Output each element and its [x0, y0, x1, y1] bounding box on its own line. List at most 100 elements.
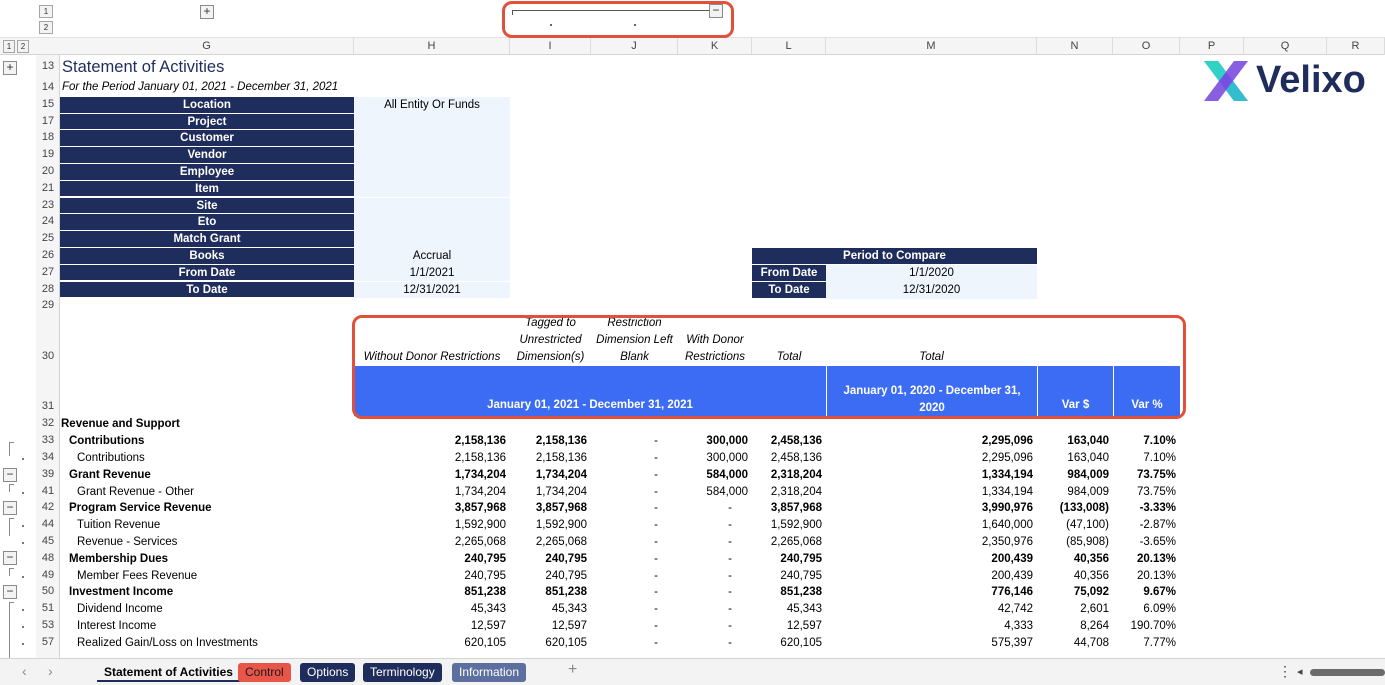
value-cell-h[interactable]: 12,597 — [354, 618, 506, 635]
value-cell-j[interactable]: - — [591, 551, 658, 568]
value-cell-k[interactable]: - — [678, 551, 732, 568]
value-cell-h[interactable] — [354, 416, 506, 433]
value-cell-m[interactable]: 1,640,000 — [826, 517, 1033, 534]
value-cell-i[interactable]: 2,158,136 — [510, 433, 587, 450]
value-cell-h[interactable]: 2,158,136 — [354, 433, 506, 450]
value-cell-m[interactable]: 1,334,194 — [826, 467, 1033, 484]
value-cell-n[interactable]: 163,040 — [1037, 433, 1109, 450]
value-cell-j[interactable]: - — [591, 635, 658, 652]
value-cell-m[interactable]: 4,333 — [826, 618, 1033, 635]
value-cell-l[interactable]: 1,592,900 — [752, 517, 822, 534]
value-cell-l[interactable]: 240,795 — [752, 568, 822, 585]
row-number[interactable]: 24 — [36, 215, 60, 227]
row-number[interactable]: 31 — [36, 400, 60, 412]
more-options-icon[interactable]: ⋮ — [1278, 663, 1292, 680]
value-cell-o[interactable]: 7.10% — [1113, 433, 1176, 450]
value-cell-m[interactable]: 200,439 — [826, 551, 1033, 568]
tab-terminology[interactable]: Terminology — [363, 663, 442, 682]
value-cell-i[interactable]: 12,597 — [510, 618, 587, 635]
value-cell-l[interactable]: 12,597 — [752, 618, 822, 635]
row-number[interactable]: 20 — [36, 165, 60, 177]
row-number[interactable]: 48 — [36, 552, 60, 564]
horizontal-scrollbar-thumb[interactable] — [1310, 669, 1385, 676]
filter-value[interactable]: Accrual — [354, 247, 510, 265]
row-number[interactable]: 18 — [36, 131, 60, 143]
value-cell-i[interactable]: 240,795 — [510, 568, 587, 585]
value-cell-o[interactable]: 73.75% — [1113, 484, 1176, 501]
value-cell-m[interactable]: 1,334,194 — [826, 484, 1033, 501]
tab-options[interactable]: Options — [300, 663, 356, 682]
outline-level-2-button[interactable]: 2 — [39, 21, 53, 34]
row-number[interactable]: 39 — [36, 468, 60, 480]
value-cell-n[interactable]: 8,264 — [1037, 618, 1109, 635]
value-cell-n[interactable]: 44,708 — [1037, 635, 1109, 652]
value-cell-l[interactable]: 2,458,136 — [752, 433, 822, 450]
value-cell-o[interactable] — [1113, 416, 1176, 433]
value-cell-n[interactable]: (85,908) — [1037, 534, 1109, 551]
row-number[interactable]: 28 — [36, 283, 60, 295]
row-number[interactable]: 17 — [36, 115, 60, 127]
column-header-g[interactable]: G — [60, 38, 354, 55]
row-number[interactable]: 30 — [36, 350, 60, 362]
value-cell-m[interactable]: 3,990,976 — [826, 500, 1033, 517]
column-header-k[interactable]: K — [678, 38, 752, 55]
value-cell-k[interactable]: 584,000 — [678, 484, 748, 501]
value-cell-j[interactable] — [591, 416, 658, 433]
value-cell-k[interactable]: - — [678, 584, 732, 601]
column-header-m[interactable]: M — [826, 38, 1037, 55]
filter-value[interactable] — [354, 214, 510, 232]
value-cell-m[interactable]: 776,146 — [826, 584, 1033, 601]
value-cell-k[interactable]: - — [678, 517, 732, 534]
row-number[interactable]: 23 — [36, 199, 60, 211]
collapse-rows-button[interactable]: − — [3, 551, 17, 565]
value-cell-h[interactable]: 1,734,204 — [354, 484, 506, 501]
value-cell-o[interactable]: -3.33% — [1113, 500, 1176, 517]
value-cell-o[interactable]: 7.10% — [1113, 450, 1176, 467]
row-outline-level-2-button[interactable]: 2 — [17, 40, 29, 53]
value-cell-j[interactable]: - — [591, 534, 658, 551]
column-header-q[interactable]: Q — [1244, 38, 1327, 55]
column-header-h[interactable]: H — [354, 38, 510, 55]
row-number[interactable]: 45 — [36, 535, 60, 547]
value-cell-i[interactable] — [510, 416, 587, 433]
value-cell-j[interactable]: - — [591, 500, 658, 517]
value-cell-n[interactable]: 984,009 — [1037, 467, 1109, 484]
filter-value[interactable] — [354, 163, 510, 181]
collapse-rows-button[interactable]: − — [3, 585, 17, 599]
tab-statement-of-activities[interactable]: Statement of Activities — [97, 663, 240, 682]
value-cell-j[interactable]: - — [591, 450, 658, 467]
value-cell-l[interactable]: 851,238 — [752, 584, 822, 601]
filter-value[interactable] — [354, 231, 510, 248]
row-number[interactable]: 42 — [36, 501, 60, 513]
filter-value[interactable]: All Entity Or Funds — [354, 97, 510, 114]
value-cell-n[interactable]: 984,009 — [1037, 484, 1109, 501]
filter-value[interactable]: 12/31/2021 — [354, 281, 510, 299]
scroll-left-icon[interactable]: ◂ — [1297, 665, 1303, 678]
value-cell-l[interactable]: 620,105 — [752, 635, 822, 652]
value-cell-m[interactable]: 2,295,096 — [826, 450, 1033, 467]
column-header-r[interactable]: R — [1327, 38, 1385, 55]
value-cell-o[interactable]: 73.75% — [1113, 467, 1176, 484]
value-cell-i[interactable]: 851,238 — [510, 584, 587, 601]
value-cell-n[interactable]: (133,008) — [1037, 500, 1109, 517]
value-cell-o[interactable]: 20.13% — [1113, 568, 1176, 585]
value-cell-j[interactable]: - — [591, 467, 658, 484]
value-cell-o[interactable]: 6.09% — [1113, 601, 1176, 618]
row-number[interactable]: 27 — [36, 266, 60, 278]
row-number[interactable]: 44 — [36, 518, 60, 530]
value-cell-n[interactable]: 40,356 — [1037, 568, 1109, 585]
value-cell-l[interactable]: 240,795 — [752, 551, 822, 568]
value-cell-n[interactable] — [1037, 416, 1109, 433]
value-cell-l[interactable] — [752, 416, 822, 433]
row-number[interactable]: 34 — [36, 451, 60, 463]
value-cell-h[interactable]: 1,592,900 — [354, 517, 506, 534]
row-number[interactable]: 33 — [36, 434, 60, 446]
row-number[interactable]: 50 — [36, 585, 60, 597]
value-cell-j[interactable]: - — [591, 584, 658, 601]
value-cell-m[interactable]: 2,350,976 — [826, 534, 1033, 551]
value-cell-i[interactable]: 45,343 — [510, 601, 587, 618]
collapse-rows-button[interactable]: − — [3, 468, 17, 482]
value-cell-k[interactable]: - — [678, 500, 732, 517]
column-header-l[interactable]: L — [752, 38, 826, 55]
value-cell-k[interactable]: - — [678, 635, 732, 652]
